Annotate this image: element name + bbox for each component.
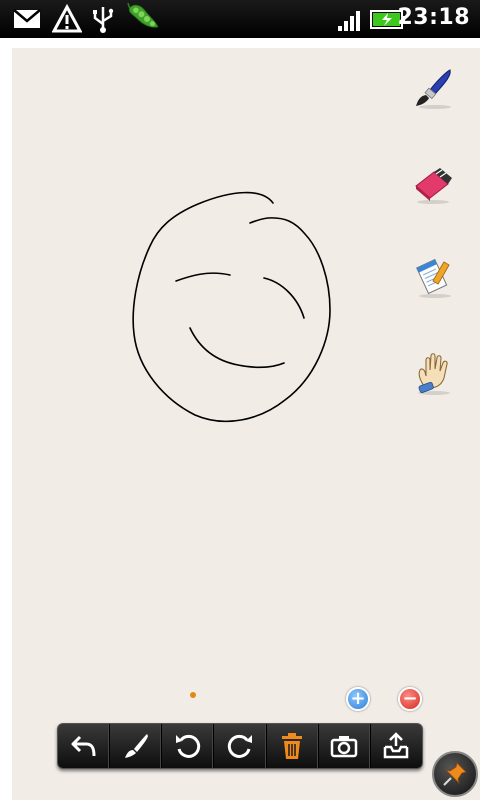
peas-app-icon [127, 2, 159, 28]
hand-icon [418, 353, 450, 395]
status-bar: 23:18 [0, 0, 480, 38]
brush-button[interactable] [110, 724, 163, 768]
notepad-tool[interactable] [410, 254, 456, 300]
rotate-right-button[interactable] [214, 724, 267, 768]
export-tray-icon [384, 732, 409, 759]
eraser-tool[interactable] [410, 160, 456, 206]
zoom-out-button[interactable]: − [398, 687, 422, 711]
camera-button[interactable] [319, 724, 371, 768]
usb-icon [93, 7, 114, 33]
pin-button[interactable] [432, 751, 478, 797]
bottom-toolbar [57, 723, 423, 769]
export-button[interactable] [371, 724, 422, 768]
rotate-left-button[interactable] [162, 724, 215, 768]
delete-button[interactable] [267, 724, 319, 768]
brush-tool[interactable] [410, 66, 456, 112]
page-indicator [190, 692, 196, 698]
canvas-top-margin [0, 38, 480, 48]
rotate-right-icon [227, 734, 252, 758]
undo-button[interactable] [58, 724, 111, 768]
rotate-left-icon [175, 734, 200, 758]
pushpin-icon [443, 762, 467, 786]
hand-tool[interactable] [410, 350, 456, 396]
eraser-icon [415, 168, 452, 204]
trash-icon [282, 733, 303, 759]
notepad-icon [416, 258, 451, 298]
paintbrush-icon [416, 69, 451, 109]
signal-icon [338, 11, 360, 31]
minus-icon: − [402, 688, 418, 709]
warning-icon [52, 4, 82, 33]
camera-icon [331, 736, 358, 758]
mail-icon [13, 9, 41, 28]
clock: 23:18 [397, 5, 470, 30]
brush-icon [124, 734, 148, 758]
undo-icon [71, 735, 96, 757]
plus-icon: + [350, 688, 366, 709]
zoom-in-button[interactable]: + [346, 687, 370, 711]
